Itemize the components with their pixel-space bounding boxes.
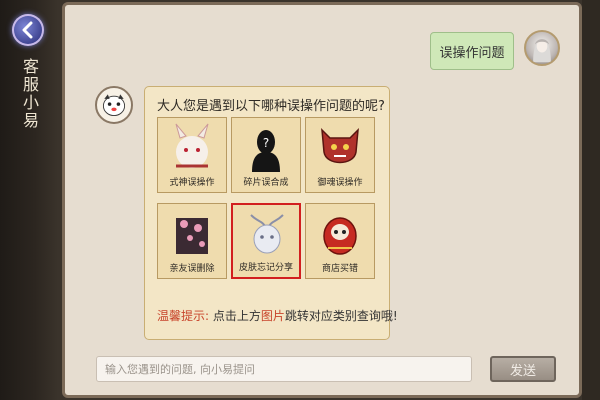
message-input[interactable] (97, 357, 471, 381)
hint-part1: 点击上方 (212, 309, 261, 323)
demon-mask-icon (312, 122, 368, 174)
fragment-silhouette-icon: ? (238, 122, 294, 174)
message-input-container (96, 356, 472, 382)
bot-question: 大人您是遇到以下哪种误操作问题的呢? (157, 99, 385, 114)
user-message-text: 误操作问题 (439, 45, 505, 61)
bot-message-bubble: 大人您是遇到以下哪种误操作问题的呢? 式神误操作 ? 碎片误合成 御魂误操作 亲… (144, 86, 398, 340)
cherry-blossom-icon (164, 208, 220, 260)
hint-prefix: 温馨提示: (157, 309, 210, 323)
bot-avatar (95, 86, 133, 124)
option-friends[interactable]: 亲友误删除 (157, 203, 227, 279)
option-label: 御魂误操作 (317, 178, 363, 188)
option-skin-share[interactable]: 皮肤忘记分享 (231, 203, 301, 279)
option-shikigami[interactable]: 式神误操作 (157, 117, 227, 193)
option-label: 碎片误合成 (243, 178, 289, 188)
option-soul[interactable]: 御魂误操作 (305, 117, 375, 193)
user-avatar (524, 30, 560, 66)
hint-highlight: 图片 (260, 309, 285, 323)
daruma-icon (312, 208, 368, 260)
send-button-label: 发送 (509, 363, 536, 379)
option-label: 皮肤忘记分享 (238, 263, 293, 273)
option-label: 式神误操作 (169, 178, 215, 188)
hint-part2: 跳转对应类别查询哦! (284, 309, 398, 323)
user-message-bubble: 误操作问题 (430, 32, 514, 70)
shikigami-icon (164, 122, 220, 174)
skin-spirit-icon (239, 209, 295, 261)
panel-edge (582, 0, 600, 400)
svg-text:?: ? (263, 136, 269, 150)
hint-text: 温馨提示: 点击上方图片跳转对应类别查询哦! (157, 307, 398, 324)
bot-mascot-icon (102, 94, 126, 117)
send-button[interactable]: 发送 (490, 356, 556, 382)
sidebar-title: 客服小易 (20, 58, 39, 130)
chevron-left-icon (22, 21, 33, 39)
option-shop[interactable]: 商店买错 (305, 203, 375, 279)
user-avatar-icon (533, 39, 551, 63)
option-label: 亲友误删除 (169, 264, 215, 274)
back-button[interactable] (12, 14, 44, 46)
option-label: 商店买错 (321, 264, 358, 274)
option-fragments[interactable]: ? 碎片误合成 (231, 117, 301, 193)
